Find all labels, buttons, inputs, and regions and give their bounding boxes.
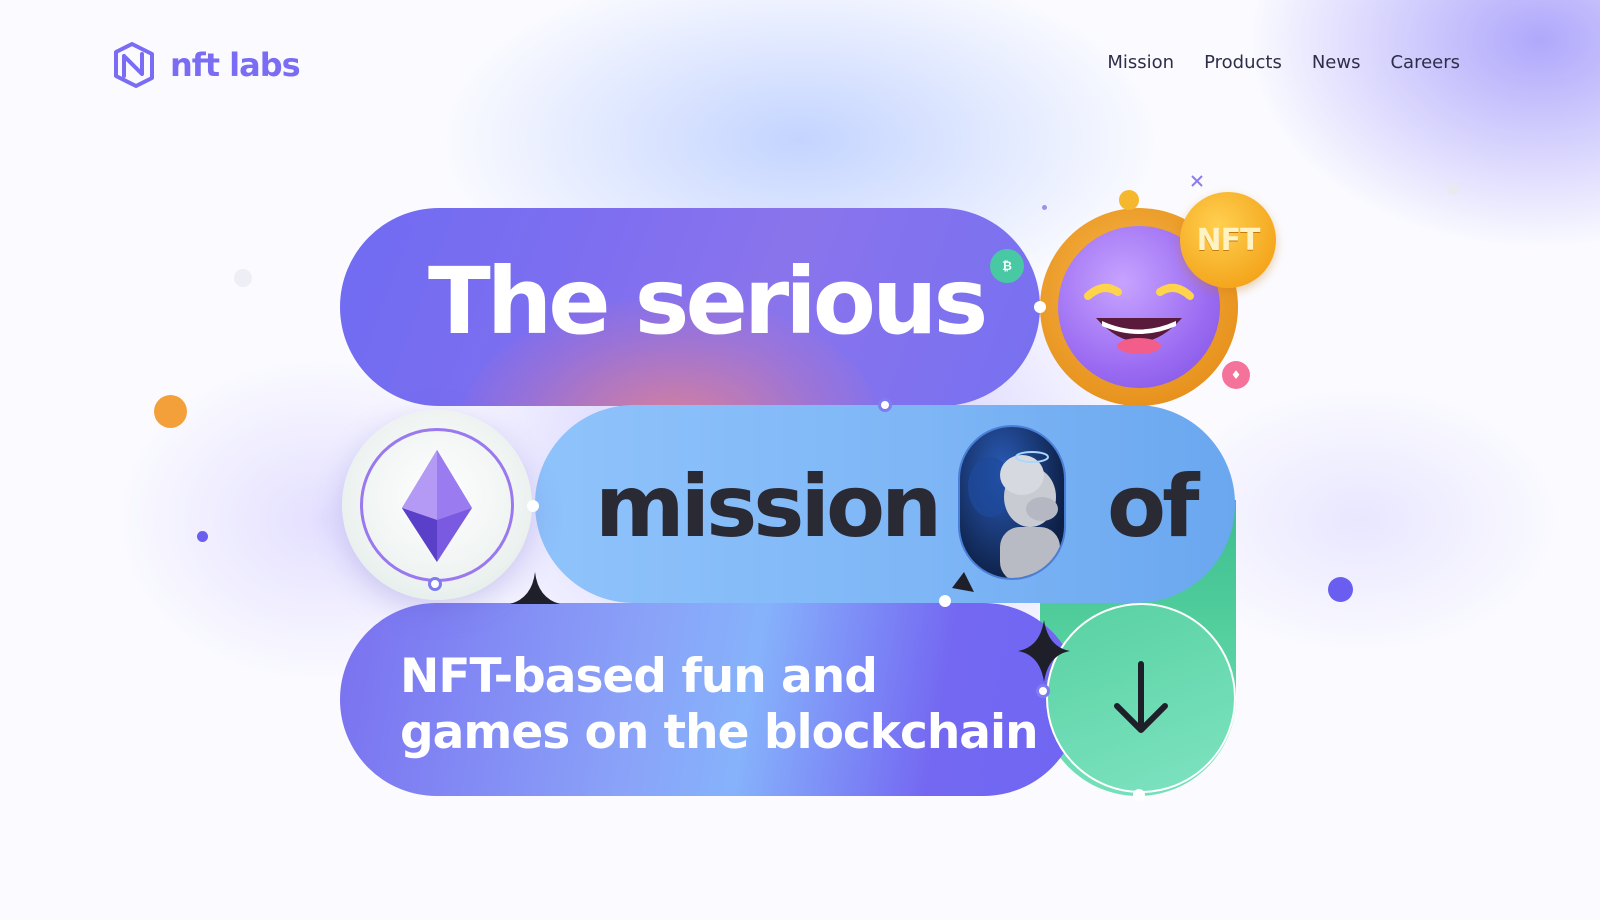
decor-dot [1447, 183, 1459, 195]
hero-tagline-line1: NFT-based fun and [400, 649, 878, 704]
scroll-down-button[interactable] [1046, 603, 1236, 793]
hero-tagline: NFT-based fun and games on the blockchai… [400, 649, 1039, 761]
decor-dot [1328, 577, 1353, 602]
ape-nft-image [958, 425, 1066, 580]
brand-name: nft labs [170, 46, 301, 84]
connector-node [1133, 789, 1145, 801]
connector-node [1034, 301, 1046, 313]
hero-line2-word2: of [1107, 457, 1199, 557]
nft-coin: NFT [1180, 192, 1276, 288]
token-coin-icon [1119, 190, 1139, 210]
connector-node [939, 595, 951, 607]
nft-labs-logo-icon [114, 42, 154, 88]
cursor-pointer-icon [952, 572, 974, 592]
hero-pill-line3: NFT-based fun and games on the blockchai… [340, 603, 1080, 796]
arrow-down-icon [1114, 661, 1168, 733]
decor-dot [1042, 205, 1047, 210]
ethereum-coin [342, 410, 532, 600]
connector-node [1036, 684, 1050, 698]
hero-line1: The serious [428, 248, 988, 355]
ethereum-icon [402, 450, 472, 562]
hero-pill-line2: mission of [535, 405, 1235, 603]
hero-pill-line1: The serious [340, 208, 1040, 406]
sparkle-icon [1191, 175, 1203, 187]
connector-node [527, 500, 539, 512]
bitcoin-coin-icon: ₿ [990, 249, 1024, 283]
decor-dot [154, 395, 187, 428]
nav-link-products[interactable]: Products [1204, 52, 1282, 73]
connector-node [878, 398, 892, 412]
connector-node [428, 577, 442, 591]
nav-link-news[interactable]: News [1312, 52, 1361, 73]
ethereum-mini-coin-icon: ♦ [1222, 361, 1250, 389]
decor-dot [234, 269, 252, 287]
main-nav: Mission Products News Careers [1107, 52, 1460, 73]
nav-link-careers[interactable]: Careers [1390, 52, 1460, 73]
hero-tagline-line2: games on the blockchain [400, 705, 1039, 760]
hero-line2-word1: mission [595, 457, 942, 557]
nft-coin-label: NFT [1196, 222, 1260, 258]
nav-link-mission[interactable]: Mission [1107, 52, 1174, 73]
decor-dot [197, 531, 208, 542]
star-sparkle-icon [1018, 620, 1070, 682]
logo[interactable]: nft labs [110, 42, 301, 88]
star-sparkle-icon [510, 572, 560, 604]
